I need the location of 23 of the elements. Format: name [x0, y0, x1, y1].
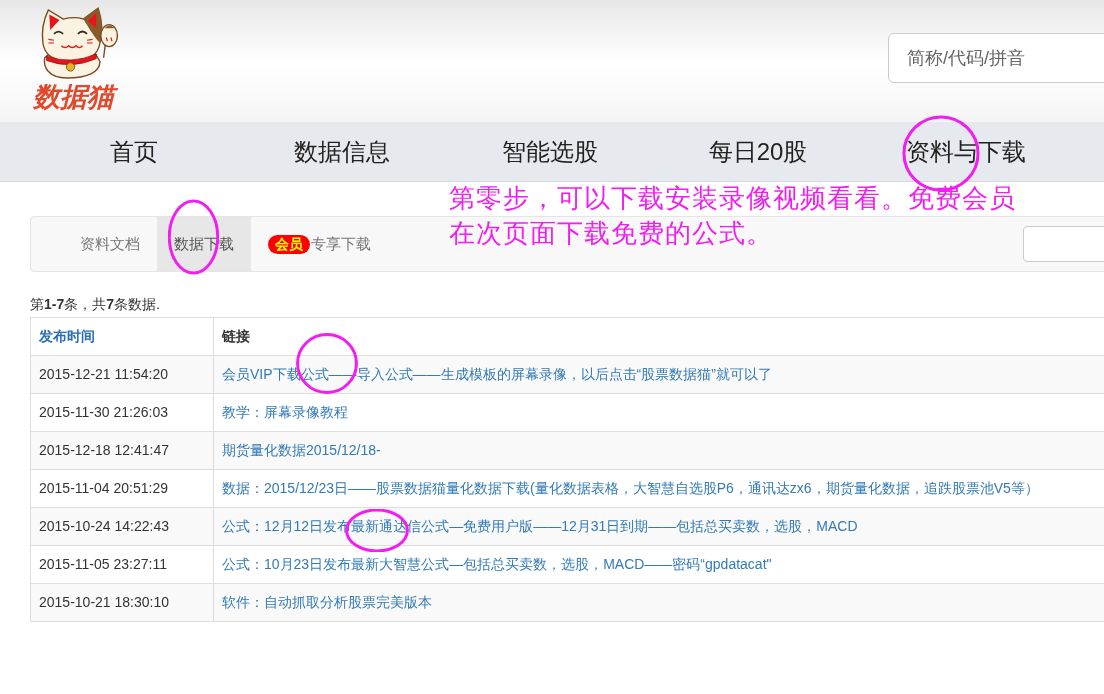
table-cell: 2015-12-18 12:41:47: [30, 431, 214, 470]
table-cell: 2015-11-30 21:26:03: [30, 393, 214, 432]
table-cell: 2015-10-21 18:30:10: [30, 583, 214, 622]
result-summary: 第1-7条，共7条数据.: [30, 295, 160, 314]
nav-link[interactable]: 数据信息: [294, 135, 390, 168]
download-link[interactable]: 软件：自动抓取分析股票完美版本: [222, 594, 432, 610]
annotation-ring-icon: [168, 199, 219, 275]
table-cell: 2015-11-04 20:51:29: [30, 469, 214, 508]
column-header: 链接: [222, 328, 250, 344]
download-link[interactable]: 教学：屏幕录像教程: [222, 404, 348, 420]
nav-link[interactable]: 每日20股: [708, 135, 808, 168]
nav-link[interactable]: 智能选股: [502, 135, 598, 168]
table-cell: 2015-12-21 11:54:20: [30, 355, 214, 394]
filter-field[interactable]: [1023, 226, 1104, 262]
subnav-tab[interactable]: 资料文档: [63, 217, 157, 271]
nav-link[interactable]: 首页: [110, 135, 158, 168]
member-badge: 会员: [268, 234, 310, 254]
table-cell: 2015-10-24 14:22:43: [30, 507, 214, 546]
sort-link[interactable]: 发布时间: [39, 328, 95, 344]
table-cell: 2015-11-05 23:27:11: [30, 545, 214, 584]
download-link[interactable]: 期货量化数据2015/12/18-: [222, 442, 381, 458]
search-field[interactable]: 简称/代码/拼音: [888, 33, 1104, 83]
subnav-tab[interactable]: 会员 专享下载: [251, 217, 388, 271]
